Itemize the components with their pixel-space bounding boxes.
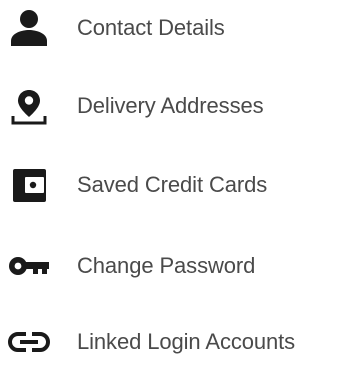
account-menu: Contact Details Delivery Addresses Saved… bbox=[0, 0, 358, 361]
link-icon bbox=[6, 319, 52, 365]
menu-item-label: Linked Login Accounts bbox=[77, 329, 296, 354]
menu-item-label: Contact Details bbox=[77, 15, 225, 40]
menu-item-label: Saved Credit Cards bbox=[77, 172, 268, 197]
menu-item-delivery-addresses[interactable]: Delivery Addresses bbox=[0, 76, 358, 136]
menu-item-saved-credit-cards[interactable]: Saved Credit Cards bbox=[0, 155, 358, 215]
key-icon bbox=[6, 243, 52, 289]
menu-item-linked-login-accounts[interactable]: Linked Login Accounts bbox=[0, 312, 358, 372]
person-icon bbox=[6, 5, 52, 51]
menu-item-label: Delivery Addresses bbox=[77, 93, 264, 118]
location-pin-icon bbox=[6, 83, 52, 129]
menu-item-label: Change Password bbox=[77, 253, 256, 278]
wallet-icon bbox=[6, 162, 52, 208]
menu-item-contact-details[interactable]: Contact Details bbox=[0, 0, 358, 58]
menu-item-change-password[interactable]: Change Password bbox=[0, 236, 358, 296]
